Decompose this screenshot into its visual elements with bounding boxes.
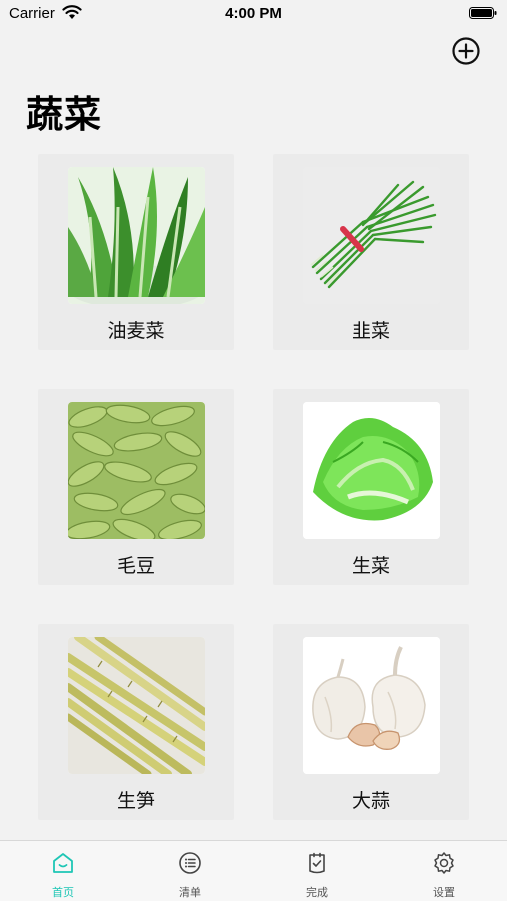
vegetable-image-lettuce [303, 402, 440, 539]
page-title: 蔬菜 [26, 94, 102, 135]
tab-label: 完成 [306, 887, 328, 899]
battery-icon [469, 7, 497, 19]
tab-home[interactable]: 首页 [0, 841, 126, 901]
vegetable-label: 毛豆 [116, 556, 155, 577]
vegetable-image-edamame [68, 402, 205, 539]
vegetable-image-chives [303, 167, 440, 304]
vegetable-card[interactable]: 大蒜 [273, 624, 469, 820]
tab-done[interactable]: 完成 [254, 841, 380, 901]
vegetable-image-bamboo-shoots [68, 637, 205, 774]
vegetable-label: 大蒜 [351, 791, 390, 812]
tab-label: 设置 [433, 887, 455, 899]
vegetable-card[interactable]: 韭菜 [273, 154, 469, 350]
tab-list[interactable]: 清单 [127, 841, 253, 901]
vegetable-label: 油麦菜 [107, 321, 165, 342]
home-icon [53, 853, 73, 873]
gear-icon [434, 852, 454, 874]
vegetable-card[interactable]: 油麦菜 [38, 154, 234, 350]
vegetable-image-garlic [303, 637, 440, 774]
status-time: 4:00 PM [225, 5, 282, 22]
tab-label: 清单 [179, 887, 201, 899]
vegetable-label: 生菜 [351, 556, 390, 577]
vegetable-image-leafy-green [68, 167, 205, 304]
tab-label: 首页 [52, 887, 74, 899]
plus-circle-icon[interactable] [452, 37, 480, 65]
vegetable-card[interactable]: 毛豆 [38, 389, 234, 585]
vegetable-card[interactable]: 生笋 [38, 624, 234, 820]
vegetable-card[interactable]: 生菜 [273, 389, 469, 585]
list-icon [179, 852, 201, 874]
check-clipboard-icon [309, 852, 325, 874]
vegetable-label: 韭菜 [351, 321, 390, 342]
tab-settings[interactable]: 设置 [381, 841, 507, 901]
tab-bar: 首页 清单 完成 设置 [0, 840, 507, 901]
status-bar: Carrier 4:00 PM [0, 0, 507, 28]
vegetable-label: 生笋 [116, 791, 155, 812]
